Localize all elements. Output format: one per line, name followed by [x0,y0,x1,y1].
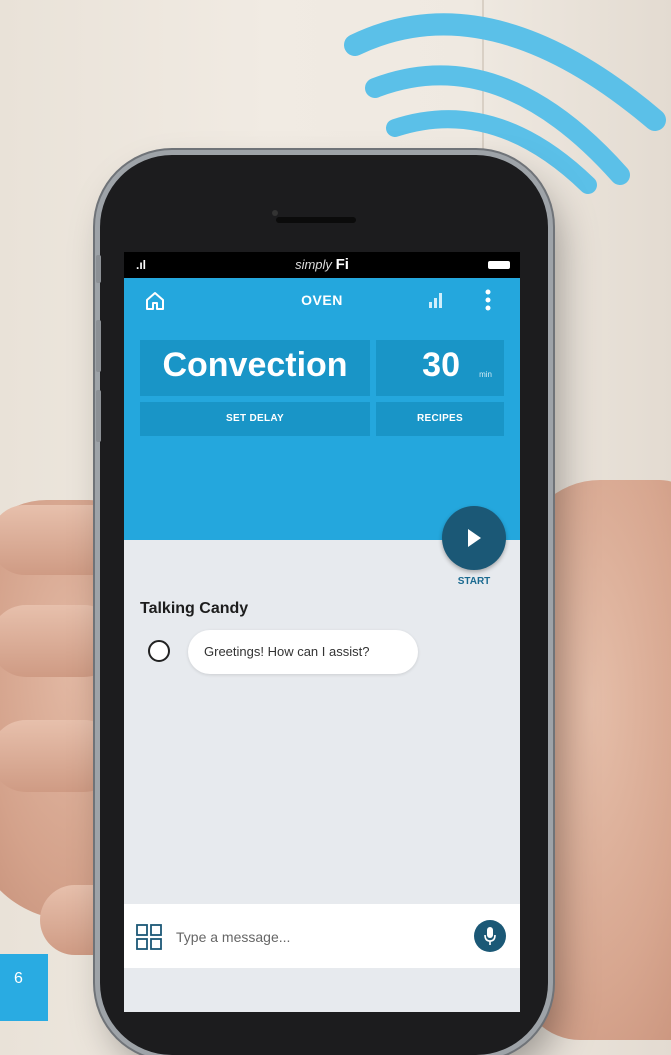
cook-time-selector[interactable]: 30 min [376,340,504,396]
start-button[interactable] [442,506,506,570]
battery-icon [488,261,510,269]
page-title: OVEN [301,292,343,308]
cook-time-value: 30 [422,346,460,384]
set-delay-button[interactable]: SET DELAY [140,402,370,436]
page-number-badge: 6 [0,954,48,1021]
speaker [276,217,356,223]
microphone-button[interactable] [474,920,506,952]
brand-suffix: Fi [335,256,349,273]
signal-bars-icon[interactable] [428,292,444,308]
app-header: OVEN Convection 30 min SET DELAY RECIPES [124,278,520,540]
message-input[interactable] [174,922,448,952]
mute-switch [96,255,101,283]
assistant-name: Talking Candy [140,600,249,617]
camera [272,210,278,216]
volume-down-button [96,390,101,442]
brand-logo: simply Fi [124,256,520,273]
bot-icon [148,640,170,662]
kebab-menu-icon[interactable] [484,288,492,312]
phone-screen: .ıl simply Fi OVEN Convection 30 min SET [124,252,520,1012]
grid-icon[interactable] [136,924,162,950]
microphone-icon [484,927,496,945]
status-bar: .ıl simply Fi [124,252,520,278]
play-icon [468,529,481,547]
cooking-mode-label: Convection [162,346,348,384]
recipes-button[interactable]: RECIPES [376,402,504,436]
cooking-mode-selector[interactable]: Convection [140,340,370,396]
cook-time-unit: min [479,370,492,379]
message-bar [124,904,520,968]
page-number: 6 [14,970,23,987]
chat-message: Greetings! How can I assist? [188,630,418,674]
brand-prefix: simply [295,257,332,272]
start-label: START [457,576,491,587]
volume-up-button [96,320,101,372]
